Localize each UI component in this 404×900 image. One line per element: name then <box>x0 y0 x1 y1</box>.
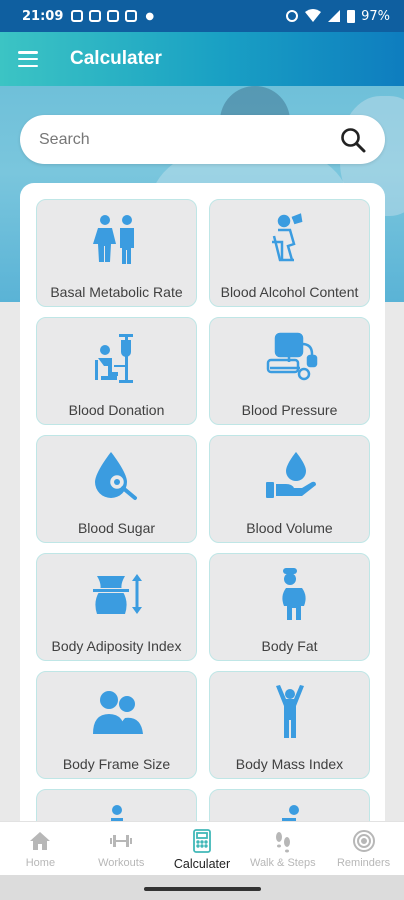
nav-label: Reminders <box>336 857 391 869</box>
page-title: Calculater <box>70 48 162 69</box>
search-bar <box>20 115 385 164</box>
menu-icon[interactable] <box>18 51 38 67</box>
tile-blood-sugar[interactable]: Blood Sugar <box>36 435 197 543</box>
status-bar: 21:09 ● 97% <box>0 0 404 32</box>
blood-drop-search-icon <box>94 452 137 500</box>
instagram-icon <box>125 10 138 22</box>
blood-donation-icon <box>94 334 133 383</box>
tile-blood-alcohol-content[interactable]: Blood Alcohol Content <box>209 199 370 307</box>
tile-label: Body Mass Index <box>235 756 344 772</box>
status-time: 21:09 <box>22 8 64 24</box>
couple-icon <box>92 215 134 264</box>
nav-home[interactable]: Home <box>0 822 81 875</box>
home-icon <box>30 832 51 850</box>
tile-label: Body Adiposity Index <box>51 638 182 654</box>
bottom-navigation: Home Workouts Calculater Walk & Steps Re… <box>0 821 404 875</box>
wifi-icon <box>305 9 322 22</box>
tile-body-adiposity-index[interactable]: Body Adiposity Index <box>36 553 197 661</box>
battery-level: 97% <box>361 8 390 24</box>
waist-measure-icon <box>92 574 142 614</box>
gesture-handle[interactable] <box>144 887 261 891</box>
tile-basal-metabolic-rate[interactable]: Basal Metabolic Rate <box>36 199 197 307</box>
hand-drop-icon <box>265 452 316 498</box>
nav-label: Home <box>25 857 56 869</box>
instagram-icon <box>107 10 120 22</box>
tile-body-frame-size[interactable]: Body Frame Size <box>36 671 197 779</box>
gallery-icon <box>89 10 102 22</box>
tile-blood-donation[interactable]: Blood Donation <box>36 317 197 425</box>
data-saver-icon <box>286 10 299 22</box>
nav-label: Calculater <box>173 857 231 871</box>
battery-icon <box>347 10 356 23</box>
tile-blood-pressure[interactable]: Blood Pressure <box>209 317 370 425</box>
person-arms-up-icon <box>275 685 304 738</box>
search-input[interactable] <box>39 130 339 149</box>
tile-label: Blood Volume <box>246 520 333 536</box>
drinking-person-icon <box>271 213 302 262</box>
nav-reminders[interactable]: Reminders <box>323 822 404 875</box>
calculator-icon <box>193 829 211 853</box>
search-icon[interactable] <box>339 126 367 154</box>
nav-walk-steps[interactable]: Walk & Steps <box>242 822 323 875</box>
tile-label: Blood Sugar <box>77 520 156 536</box>
two-persons-icon <box>92 691 143 734</box>
nav-label: Workouts <box>98 857 145 869</box>
tile-label: Body Fat <box>261 638 318 654</box>
signal-icon <box>328 10 341 22</box>
tile-label: Basal Metabolic Rate <box>50 284 183 300</box>
notification-dot-icon: ● <box>145 10 155 22</box>
nav-calculater[interactable]: Calculater <box>162 822 243 875</box>
calculator-list-panel: Basal Metabolic Rate Blood Alcohol Conte… <box>20 183 385 843</box>
body-fat-person-icon <box>277 568 306 620</box>
dumbbell-icon <box>110 835 133 847</box>
tile-blood-volume[interactable]: Blood Volume <box>209 435 370 543</box>
tile-body-mass-index[interactable]: Body Mass Index <box>209 671 370 779</box>
blood-pressure-monitor-icon <box>266 332 317 381</box>
nav-label: Walk & Steps <box>249 857 316 869</box>
tile-label: Blood Pressure <box>241 402 338 418</box>
footsteps-icon <box>275 832 290 853</box>
app-bar: Calculater <box>0 32 404 86</box>
tile-label: Blood Alcohol Content <box>220 284 359 300</box>
target-icon <box>352 830 375 852</box>
nav-workouts[interactable]: Workouts <box>81 822 162 875</box>
tile-label: Body Frame Size <box>62 756 171 772</box>
tile-body-fat[interactable]: Body Fat <box>209 553 370 661</box>
instagram-icon <box>71 10 84 22</box>
tile-label: Blood Donation <box>68 402 165 418</box>
